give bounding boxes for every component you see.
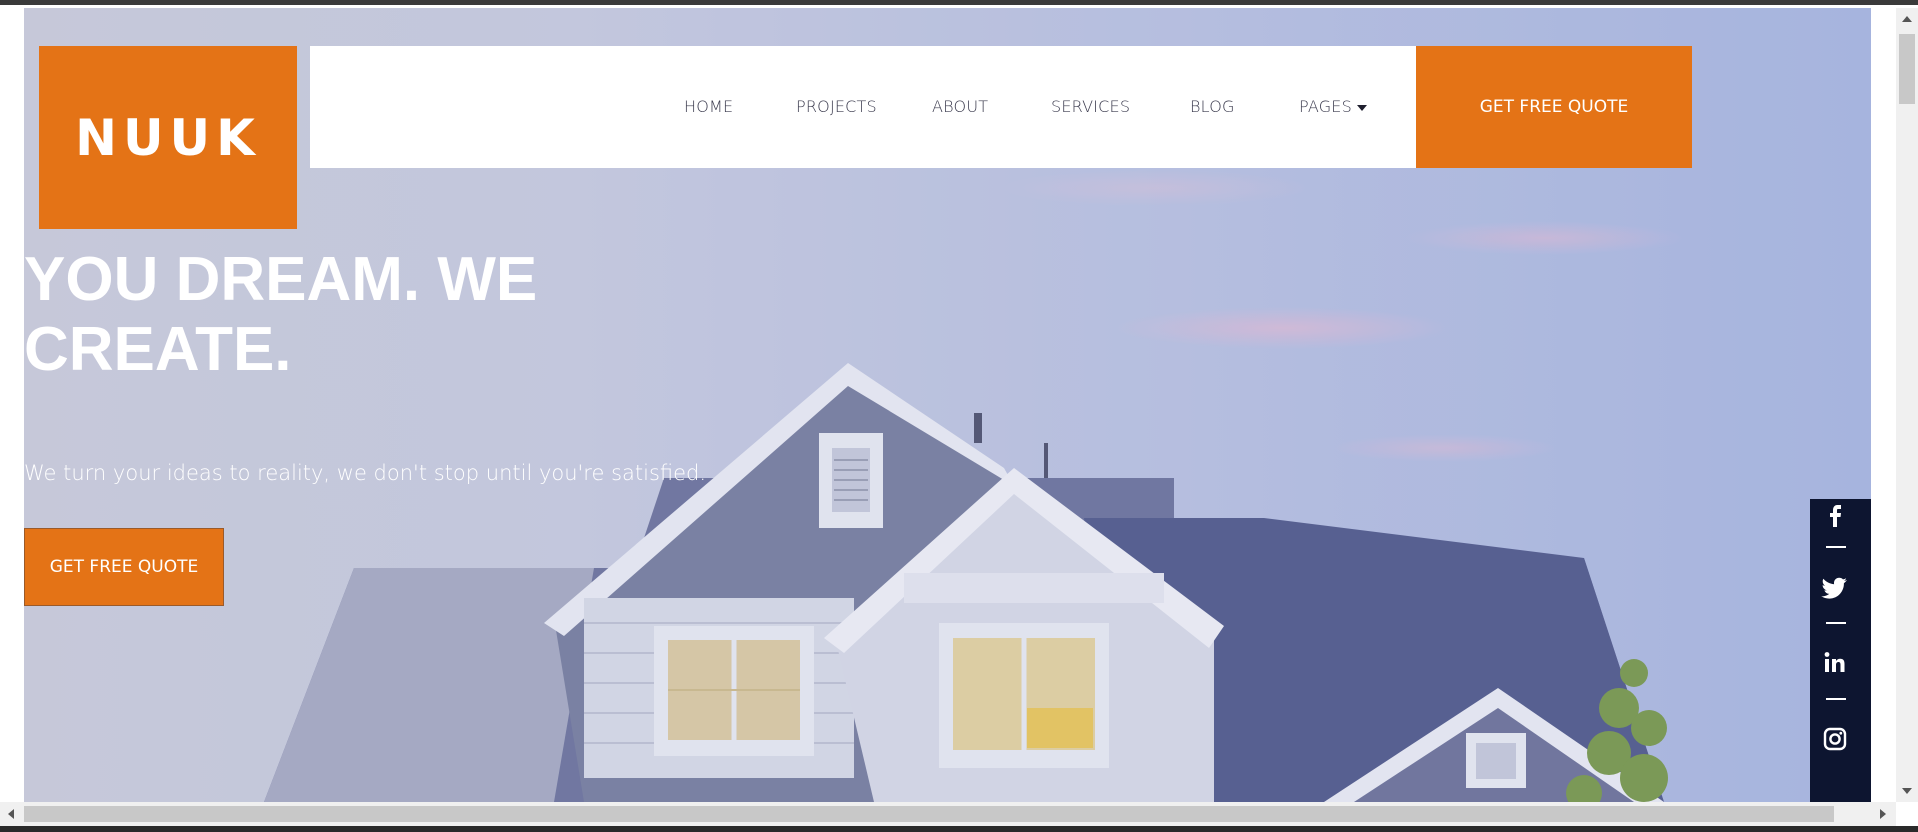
social-divider: [1826, 622, 1846, 624]
social-sidebar: [1810, 499, 1871, 802]
nav-home-link[interactable]: HOME: [684, 46, 733, 168]
brand-logo[interactable]: NUUK: [39, 46, 297, 229]
header-get-quote-button[interactable]: GET FREE QUOTE: [1416, 46, 1692, 168]
hero-get-quote-button[interactable]: GET FREE QUOTE: [24, 528, 224, 606]
main-navigation: HOME PROJECTS ABOUT SERVICES BLOG PAGES: [310, 46, 1416, 168]
nav-about-link[interactable]: ABOUT: [932, 46, 988, 168]
scroll-down-icon[interactable]: [1902, 788, 1912, 794]
logo-text: NUUK: [75, 108, 261, 167]
hero-subtitle: We turn your ideas to reality, we don't …: [24, 461, 707, 485]
nav-pages-dropdown[interactable]: PAGES: [1299, 46, 1367, 168]
scroll-left-icon[interactable]: [8, 809, 14, 819]
scroll-up-icon[interactable]: [1902, 16, 1912, 22]
window-bottom-edge: [0, 826, 1918, 832]
window-top-edge: [0, 0, 1918, 5]
instagram-icon[interactable]: [1810, 724, 1860, 759]
horizontal-scroll-thumb[interactable]: [24, 806, 1834, 822]
nav-projects-link[interactable]: PROJECTS: [796, 46, 877, 168]
facebook-icon[interactable]: [1810, 499, 1860, 534]
social-divider: [1826, 698, 1846, 700]
linkedin-icon[interactable]: [1810, 648, 1860, 683]
caret-down-icon: [1356, 104, 1367, 111]
hero-title: YOU DREAM. WE CREATE.: [24, 245, 538, 384]
social-divider: [1826, 546, 1846, 548]
page-viewport: NUUK HOME PROJECTS ABOUT SERVICES BLOG P…: [24, 8, 1871, 802]
horizontal-scrollbar[interactable]: [0, 802, 1896, 826]
nav-blog-link[interactable]: BLOG: [1190, 46, 1235, 168]
nav-pages-label: PAGES: [1299, 97, 1352, 116]
scroll-right-icon[interactable]: [1880, 809, 1886, 819]
vertical-scrollbar[interactable]: [1896, 8, 1918, 802]
twitter-icon[interactable]: [1810, 572, 1860, 607]
vertical-scroll-thumb[interactable]: [1899, 34, 1915, 104]
nav-services-link[interactable]: SERVICES: [1051, 46, 1130, 168]
